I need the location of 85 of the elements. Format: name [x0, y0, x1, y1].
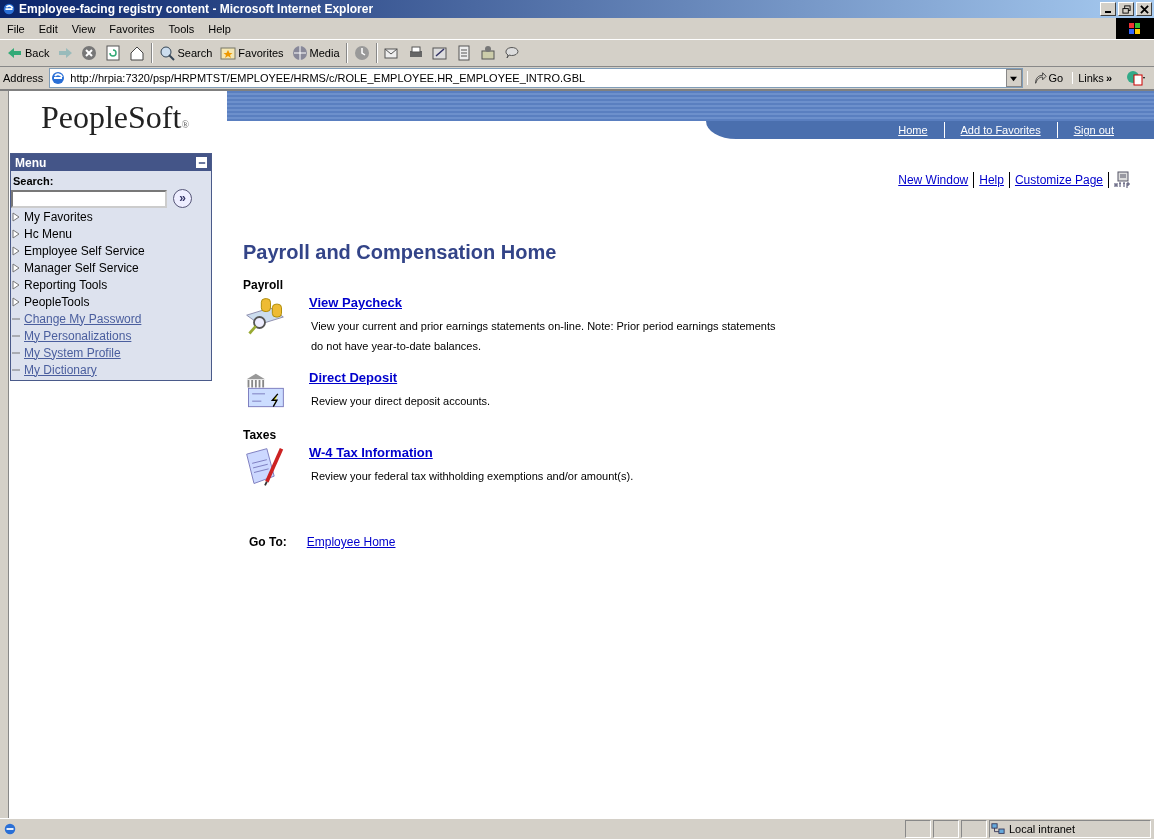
menu-item[interactable]: Change My Password — [24, 311, 142, 326]
page-link[interactable]: Help — [979, 173, 1004, 187]
section-heading: Payroll — [243, 278, 285, 292]
media-icon — [291, 45, 308, 61]
expand-triangle-icon[interactable] — [12, 245, 20, 256]
search-icon — [159, 45, 176, 61]
menu-item[interactable]: View — [64, 22, 103, 35]
expand-triangle-icon[interactable] — [12, 262, 20, 273]
minimize-icon — [1105, 11, 1111, 13]
header-nav-link[interactable]: Sign out — [1057, 124, 1130, 136]
search-field[interactable] — [11, 189, 167, 208]
windows-logo-icon — [1116, 18, 1154, 39]
item-description: Review your federal tax withholding exemptions and/or amount(s). — [311, 469, 635, 484]
refresh-icon — [105, 45, 122, 61]
menu-item[interactable]: Help — [201, 22, 238, 35]
close-icon — [1139, 4, 1149, 14]
expand-triangle-icon[interactable] — [12, 228, 20, 239]
window-title: Employee-facing registry content - Microsoft Internet Explorer — [19, 2, 375, 16]
history-icon — [353, 45, 370, 61]
menu-item[interactable]: Manager Self Service — [24, 260, 139, 275]
expand-triangle-icon[interactable] — [12, 211, 20, 222]
close-button[interactable] — [1136, 2, 1152, 16]
go-arrow-icon — [1032, 71, 1047, 85]
media-button[interactable]: Media — [287, 45, 344, 61]
item-link[interactable]: Direct Deposit — [309, 370, 398, 385]
header-nav-link[interactable]: Add to Favorites — [944, 124, 1057, 136]
page-link[interactable]: Customize Page — [1014, 173, 1103, 187]
menu-item[interactable]: My System Profile — [24, 345, 121, 360]
collapse-icon[interactable] — [196, 157, 207, 168]
network-icon — [990, 822, 1006, 836]
favorites-button[interactable]: Favorites — [216, 45, 288, 61]
browser-logo-icon — [2, 2, 16, 16]
goto-label: Go To: — [249, 535, 287, 549]
menu-item[interactable]: My Favorites — [24, 209, 93, 224]
edit-icon — [431, 45, 448, 61]
item-description: View your current and prior earnings statements on-line. Note: Prior period earnings statements do not have year-to-date balances. — [311, 319, 777, 354]
status-pane — [961, 820, 987, 838]
search-button[interactable]: » — [173, 189, 192, 208]
page-url-icon[interactable] — [1114, 171, 1132, 189]
page-link[interactable]: New Window — [898, 173, 969, 187]
search-label: Search: — [12, 174, 55, 189]
page-icon — [50, 70, 67, 86]
menu-item[interactable]: My Dictionary — [24, 362, 97, 377]
address-label: Address — [3, 72, 44, 84]
dropdown-button[interactable] — [1005, 69, 1022, 87]
restore-button[interactable] — [1118, 2, 1134, 16]
status-pane — [905, 820, 931, 838]
menu-item[interactable]: File — [0, 22, 32, 35]
menu-item[interactable]: Employee Self Service — [24, 243, 145, 258]
restore-icon — [1121, 4, 1131, 14]
expand-triangle-icon[interactable] — [12, 296, 20, 307]
dropdown-arrow-icon — [1010, 74, 1017, 82]
mail-icon — [383, 45, 400, 61]
links-button[interactable]: Links » — [1072, 72, 1117, 84]
section-heading: Taxes — [243, 428, 278, 442]
forward-icon — [57, 45, 74, 61]
back-button[interactable]: Back — [3, 45, 54, 61]
messenger-icon — [503, 45, 520, 61]
menu-item[interactable]: Tools — [161, 22, 202, 35]
expand-triangle-icon[interactable] — [12, 279, 20, 290]
header-nav-link[interactable]: Home — [882, 124, 944, 136]
search-button[interactable]: Search — [155, 45, 217, 61]
page-title: Payroll and Compensation Home — [243, 241, 558, 264]
item-link[interactable]: View Paycheck — [309, 295, 402, 310]
item-link[interactable]: W-4 Tax Information — [309, 445, 433, 460]
status-pane — [933, 820, 959, 838]
minimize-button[interactable] — [1100, 2, 1116, 16]
home-icon — [129, 45, 146, 61]
menu-title: Menu — [15, 155, 47, 170]
favorites-icon — [220, 45, 237, 61]
menu-item[interactable]: Edit — [31, 22, 65, 35]
menu-item[interactable]: Hc Menu — [24, 226, 73, 241]
menu-item[interactable]: My Personalizations — [24, 328, 132, 343]
security-zone: Local intranet — [1009, 823, 1076, 835]
back-icon — [7, 45, 23, 61]
menu-item[interactable]: Reporting Tools — [24, 277, 108, 292]
address-field[interactable]: http://hrpia:7320/psp/HRPMTST/EMPLOYEE/HRMS/c/ROLE_EMPLOYEE.HR_EMPLOYEE_INTRO.GBL — [49, 68, 1023, 88]
company-logo: PeopleSoft® — [39, 98, 190, 137]
stop-icon — [81, 45, 98, 61]
item-description: Review your direct deposit accounts. — [311, 394, 492, 409]
menu-item[interactable]: PeopleTools — [24, 294, 90, 309]
go-button[interactable]: Go — [1026, 71, 1069, 85]
goto-link[interactable]: Employee Home — [306, 535, 396, 549]
page-icon — [3, 822, 17, 836]
menu-item[interactable]: Favorites — [102, 22, 162, 35]
